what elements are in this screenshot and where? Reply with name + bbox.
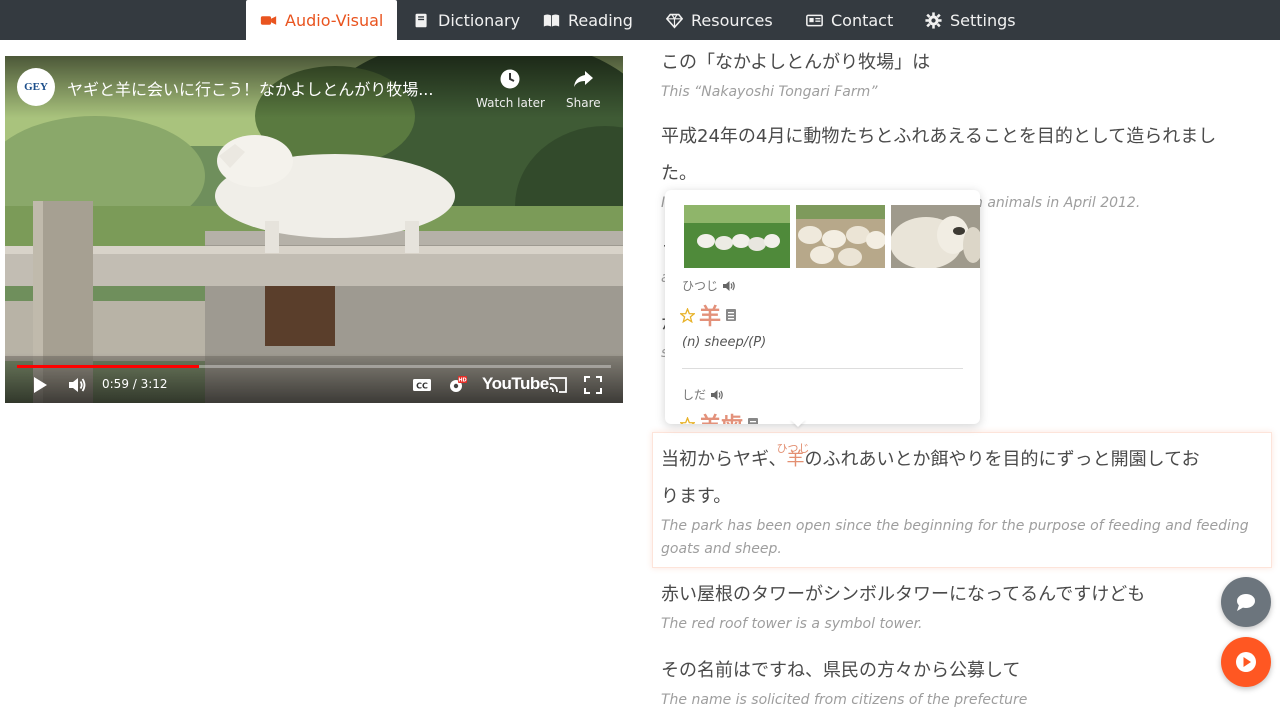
transcript-japanese[interactable]: 平成24年の4月に動物たちとふれあえることを目的として造られました。 [661, 118, 1252, 192]
settings-hd-button[interactable]: HD [447, 374, 467, 396]
tab-settings-label: Settings [950, 10, 1016, 30]
clock-icon [500, 69, 520, 89]
book-icon [415, 13, 427, 27]
channel-logo[interactable]: GEY [17, 68, 55, 106]
star-icon[interactable] [680, 307, 695, 323]
tab-resources-label: Resources [691, 10, 773, 30]
svg-text:HD: HD [458, 378, 466, 384]
play-audio-button[interactable] [1221, 637, 1271, 687]
entry-reading: しだ [682, 386, 724, 403]
popup-pointer [790, 419, 806, 427]
transcript-segment[interactable]: その名前はですね、県民の方々から公募して The name is solicit… [652, 652, 1272, 712]
play-icon [1236, 652, 1256, 672]
entry-gloss: (n) sheep/(P) [682, 335, 767, 350]
tab-resources[interactable]: Resources [666, 0, 773, 40]
tab-audio-visual-label: Audio-Visual [285, 10, 384, 30]
play-button[interactable] [30, 374, 50, 396]
gear-icon [925, 11, 942, 29]
transcript-english: The red roof tower is a symbol tower. [661, 616, 923, 632]
sheep-image-3[interactable] [891, 205, 980, 268]
fullscreen-button[interactable] [583, 374, 603, 396]
entry-kanji: 羊 [699, 305, 722, 330]
transcript-segment[interactable]: この「なかよしとんがり牧場」は This “Nakayoshi Tongari … [652, 44, 1272, 104]
transcript-english: The name is solicited from citizens of t… [661, 692, 1028, 708]
entry-kanji: 羊歯 [699, 408, 743, 424]
tab-settings[interactable]: Settings [925, 0, 1016, 40]
chat-bubble-icon [1237, 594, 1255, 611]
entry-reading: ひつじ [682, 277, 736, 294]
video-title[interactable]: ヤギと羊に会いに行こう！なかよしとんがり牧場... [67, 76, 467, 100]
dictionary-popup: ひつじ 羊 (n) sheep/(P) しだ 羊歯 [665, 190, 980, 424]
watch-later-button[interactable]: Watch later [476, 68, 545, 110]
transcript-english: This “Nakayoshi Tongari Farm” [661, 84, 878, 100]
open-book-icon [543, 14, 560, 26]
diamond-icon [666, 13, 683, 28]
notebook-icon[interactable] [747, 417, 759, 424]
share-icon [574, 71, 594, 87]
sheep-image-1[interactable] [684, 205, 790, 268]
tab-reading[interactable]: Reading [543, 0, 633, 40]
transcript-japanese[interactable]: 当初からヤギ、 ひつじ 羊のふれあいとか餌やりを目的にずっと開園しております。 [661, 441, 1201, 515]
watch-later-label: Watch later [476, 96, 545, 110]
speaker-icon[interactable] [710, 388, 724, 402]
transcript-japanese[interactable]: この「なかよしとんがり牧場」は [661, 44, 1272, 81]
tab-contact-label: Contact [831, 10, 894, 30]
play-icon [34, 377, 47, 393]
id-card-icon [806, 14, 823, 26]
speaker-icon[interactable] [722, 279, 736, 293]
tab-reading-label: Reading [568, 10, 633, 30]
progress-bar[interactable] [17, 365, 611, 368]
transcript-japanese[interactable]: 赤い屋根のタワーがシンボルタワーになってるんですけども [661, 576, 1272, 613]
captions-button[interactable]: CC [412, 374, 432, 396]
volume-icon [69, 378, 86, 392]
tab-contact[interactable]: Contact [806, 0, 893, 40]
video-camera-icon [260, 15, 277, 25]
transcript-japanese[interactable]: その名前はですね、県民の方々から公募して [661, 652, 1272, 689]
highlighted-word[interactable]: ひつじ羊 [776, 442, 809, 470]
fullscreen-icon [584, 376, 602, 394]
notebook-icon[interactable] [725, 308, 737, 322]
sheep-image-2[interactable] [796, 205, 885, 268]
svg-text:CC: CC [416, 382, 428, 391]
transcript-english: The park has been open since the beginni… [661, 518, 1249, 557]
share-button[interactable]: Share [566, 68, 601, 110]
top-navigation: Audio-Visual Dictionary Reading Resource… [0, 0, 1280, 40]
entry-divider [682, 368, 963, 369]
tab-dictionary[interactable]: Dictionary [413, 0, 520, 40]
volume-button[interactable] [67, 374, 87, 396]
tab-dictionary-label: Dictionary [438, 10, 521, 30]
transcript-segment[interactable]: 赤い屋根のタワーがシンボルタワーになってるんですけども The red roof… [652, 576, 1272, 636]
chat-button[interactable] [1221, 577, 1271, 627]
video-player[interactable]: GEY ヤギと羊に会いに行こう！なかよしとんがり牧場... Watch late… [5, 56, 623, 403]
tab-audio-visual[interactable]: Audio-Visual [246, 0, 398, 40]
settings-hd-icon: HD [450, 376, 467, 392]
share-label: Share [566, 96, 601, 110]
entry-headword: 羊 [680, 299, 737, 331]
progress-fill [17, 365, 200, 368]
youtube-logo[interactable]: YouTube [482, 374, 549, 394]
cast-icon [549, 377, 567, 393]
transcript-text-before: 当初からヤギ、 [661, 449, 787, 470]
cast-button[interactable] [548, 374, 568, 396]
star-icon[interactable] [680, 416, 695, 425]
transcript-segment-active[interactable]: 当初からヤギ、 ひつじ 羊のふれあいとか餌やりを目的にずっと開園しております。 Th… [652, 432, 1272, 568]
furigana: ひつじ [776, 442, 810, 455]
video-time: 0:59 / 3:12 [102, 377, 168, 391]
captions-icon: CC [413, 379, 431, 391]
entry-headword: 羊歯 [680, 408, 759, 424]
